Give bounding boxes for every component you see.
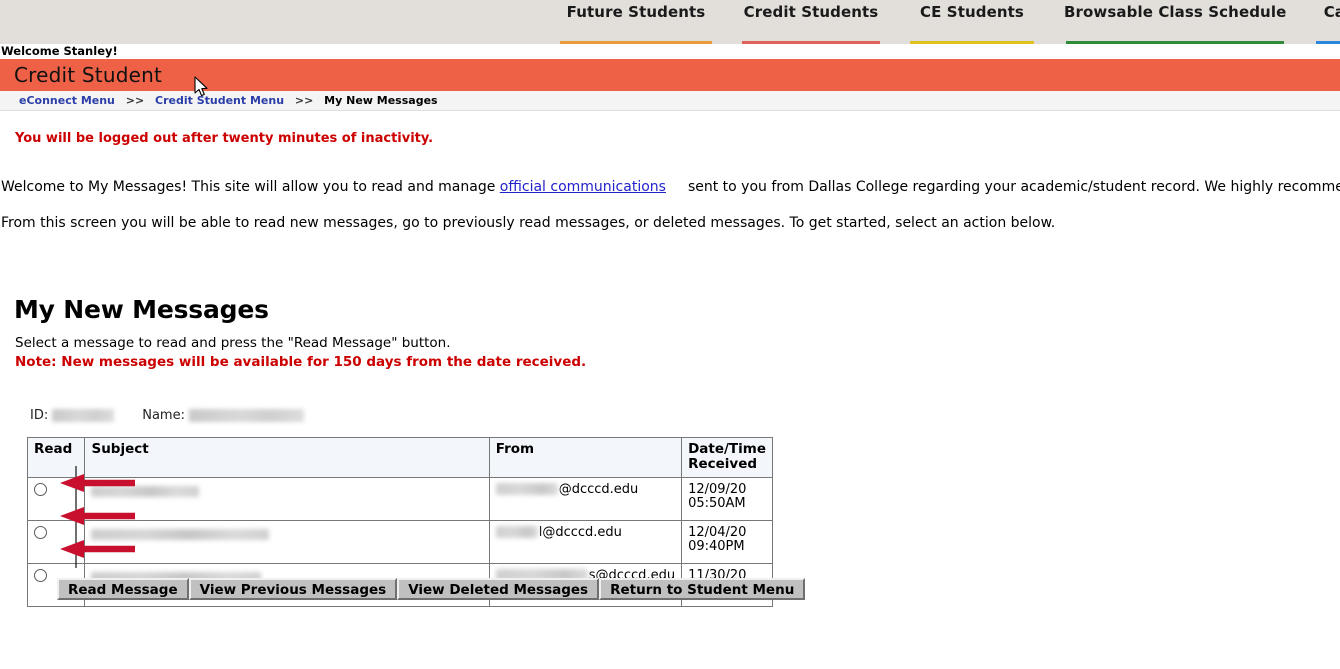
received-time: 09:40PM (688, 539, 745, 554)
page-title: Credit Student (14, 63, 162, 87)
welcome-message: Welcome Stanley! (0, 44, 1340, 60)
nav-item-browsable-class-schedule[interactable]: Browsable Class Schedule (1064, 0, 1286, 46)
table-row[interactable]: @dcccd.edu 12/09/2005:50AM (28, 478, 773, 521)
from-domain-suffix: @dcccd.edu (559, 482, 639, 497)
intro-text-before-link: Welcome to My Messages! This site will a… (1, 179, 500, 195)
message-radio-1[interactable] (34, 483, 47, 496)
table-row[interactable]: l@dcccd.edu 12/04/2009:40PM (28, 521, 773, 564)
student-name-label: Name: (142, 408, 185, 423)
message-radio-2[interactable] (34, 526, 47, 539)
top-navigation-bar: Future Students Credit Students CE Stude… (0, 0, 1340, 44)
breadcrumb-item-credit-student-menu[interactable]: Credit Student Menu (155, 94, 284, 107)
view-deleted-messages-button[interactable]: View Deleted Messages (397, 578, 599, 600)
nav-label-catalog: Catalog (1324, 0, 1340, 21)
cell-from: @dcccd.edu (489, 478, 681, 521)
breadcrumb-separator-1: >> (126, 94, 144, 107)
from-local-part-redacted (496, 526, 538, 538)
student-identity-row: ID: Name: (30, 408, 304, 423)
cell-subject[interactable] (85, 521, 489, 564)
received-date: 12/09/20 (688, 482, 746, 497)
nav-item-catalog[interactable]: Catalog (1316, 0, 1340, 46)
nav-label-ce-students: CE Students (920, 0, 1024, 21)
section-note: Note: New messages will be available for… (15, 354, 586, 370)
from-local-part-redacted (496, 483, 558, 495)
cell-datetime-received: 12/04/2009:40PM (682, 521, 773, 564)
view-previous-messages-button[interactable]: View Previous Messages (189, 578, 398, 600)
nav-label-credit-students: Credit Students (744, 0, 879, 21)
intro-paragraph-1: Welcome to My Messages! This site will a… (1, 179, 1340, 195)
inactivity-warning: You will be logged out after twenty minu… (15, 131, 433, 146)
action-button-row: Read Message View Previous Messages View… (57, 578, 805, 600)
top-nav-items: Future Students Credit Students CE Stude… (560, 0, 1340, 44)
nav-item-credit-students[interactable]: Credit Students (742, 0, 880, 46)
cell-read[interactable] (28, 521, 85, 564)
breadcrumb-item-econnect-menu[interactable]: eConnect Menu (19, 94, 115, 107)
column-header-datetime-received: Date/Time Received (682, 438, 773, 478)
cell-from: l@dcccd.edu (489, 521, 681, 564)
student-id-value-redacted (52, 409, 114, 422)
table-header-row: Read Subject From Date/Time Received (28, 438, 773, 478)
breadcrumb-bar: eConnect Menu >> Credit Student Menu >> … (0, 91, 1340, 111)
intro-text-after-link: sent to you from Dallas College regardin… (688, 179, 1340, 195)
cell-datetime-received: 12/09/2005:50AM (682, 478, 773, 521)
column-header-datetime-line1: Date/Time (688, 441, 766, 457)
received-date: 12/04/20 (688, 525, 746, 540)
message-radio-3[interactable] (34, 569, 47, 582)
nav-item-future-students[interactable]: Future Students (560, 0, 712, 46)
intro-paragraph-2: From this screen you will be able to rea… (1, 215, 1055, 231)
official-communications-link[interactable]: official communications (500, 179, 666, 195)
column-header-read: Read (28, 438, 85, 478)
breadcrumb-item-current: My New Messages (324, 94, 437, 107)
cell-read[interactable] (28, 478, 85, 521)
student-id-label: ID: (30, 408, 48, 423)
subject-value-redacted (91, 486, 199, 497)
nav-label-browsable-class-schedule: Browsable Class Schedule (1064, 0, 1286, 21)
section-heading: My New Messages (14, 295, 269, 324)
nav-label-future-students: Future Students (567, 0, 706, 21)
received-time: 05:50AM (688, 496, 746, 511)
column-header-datetime-line2: Received (688, 456, 757, 472)
nav-item-ce-students[interactable]: CE Students (910, 0, 1034, 46)
column-header-subject: Subject (85, 438, 489, 478)
subject-value-redacted (91, 529, 269, 540)
messages-table-head: Read Subject From Date/Time Received (28, 438, 773, 478)
read-message-button[interactable]: Read Message (57, 578, 189, 600)
breadcrumb-separator-2: >> (295, 94, 313, 107)
breadcrumb: eConnect Menu >> Credit Student Menu >> … (19, 94, 438, 107)
cell-subject[interactable] (85, 478, 489, 521)
page-banner: Credit Student (0, 59, 1340, 91)
section-instruction: Select a message to read and press the "… (15, 335, 451, 351)
return-to-student-menu-button[interactable]: Return to Student Menu (599, 578, 805, 600)
column-header-from: From (489, 438, 681, 478)
from-domain-suffix: l@dcccd.edu (539, 525, 622, 540)
student-name-value-redacted (189, 409, 304, 422)
